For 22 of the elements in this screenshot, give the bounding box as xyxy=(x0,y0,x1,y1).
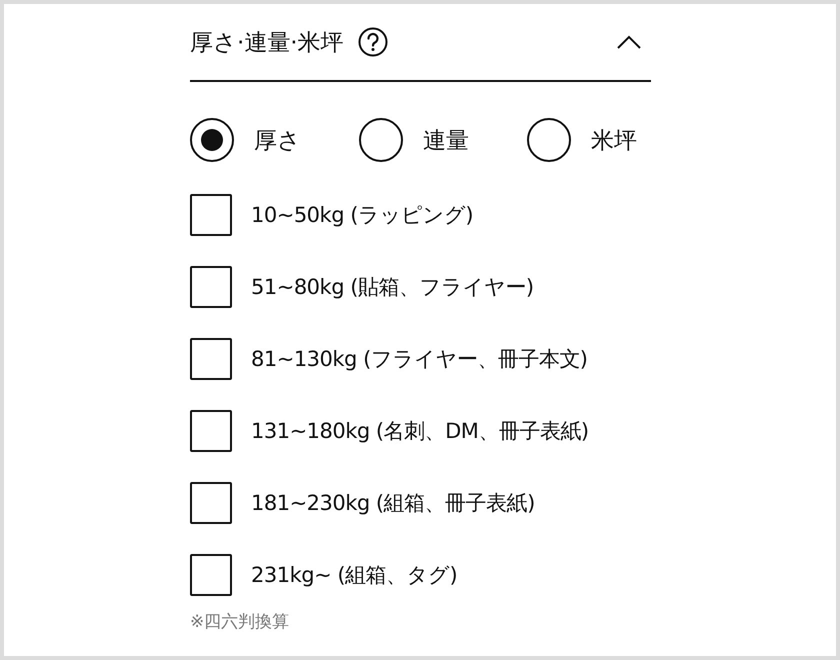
checkbox-label: 131~180kg (名刺、DM、冊子表紙) xyxy=(251,418,589,445)
checkbox[interactable] xyxy=(190,194,232,236)
checkbox[interactable] xyxy=(190,338,232,380)
checkbox[interactable] xyxy=(190,410,232,452)
radio-label: 連量 xyxy=(423,126,469,156)
checkbox-label: 181~230kg (組箱、冊子表紙) xyxy=(251,490,535,517)
radio-button[interactable] xyxy=(359,118,403,162)
help-icon[interactable] xyxy=(358,27,388,57)
checkbox-label: 81~130kg (フライヤー、冊子本文) xyxy=(251,346,588,373)
checkbox-label: 51~80kg (貼箱、フライヤー) xyxy=(251,274,534,301)
checkbox[interactable] xyxy=(190,554,232,596)
checkbox[interactable] xyxy=(190,482,232,524)
chevron-up-icon[interactable] xyxy=(617,35,641,49)
checkbox-label: 231kg~ (組箱、タグ) xyxy=(251,562,458,589)
checkbox-label: 10~50kg (ラッピング) xyxy=(251,202,474,229)
radio-button[interactable] xyxy=(527,118,571,162)
radio-label: 厚さ xyxy=(254,126,301,156)
checkbox[interactable] xyxy=(190,266,232,308)
radio-button[interactable] xyxy=(190,118,234,162)
radio-label: 米坪 xyxy=(591,126,637,156)
footnote: ※四六判換算 xyxy=(190,611,290,633)
section-title: 厚さ·連量·米坪 xyxy=(190,28,344,58)
